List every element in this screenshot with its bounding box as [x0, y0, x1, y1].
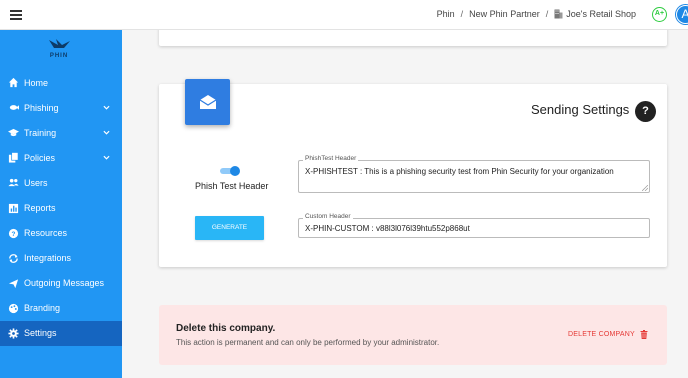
sidebar-item-label: Home — [24, 77, 49, 88]
breadcrumb-separator: / — [545, 9, 549, 19]
toggle-label: Phish Test Header — [195, 181, 269, 191]
sidebar-item-label: Training — [24, 127, 57, 138]
sidebar-item-label: Integrations — [24, 253, 72, 264]
breadcrumb-phin[interactable]: Phin — [437, 9, 455, 19]
help-button[interactable]: ? — [635, 101, 656, 122]
sidebar-item-training[interactable]: Training — [0, 120, 122, 145]
sidebar-nav: Home Phishing Training Policies Users Re… — [0, 70, 122, 347]
chevron-down-icon — [103, 105, 110, 110]
generate-button[interactable]: GENERATE — [195, 216, 264, 240]
sidebar-item-integrations[interactable]: Integrations — [0, 246, 122, 271]
hamburger-menu-icon[interactable] — [10, 10, 22, 20]
chevron-down-icon — [103, 130, 110, 135]
breadcrumb-company[interactable]: Joe's Retail Shop — [566, 9, 636, 19]
delete-title: Delete this company. — [176, 323, 276, 334]
paper-plane-icon — [8, 278, 19, 289]
field-label: PhishTest Header — [303, 155, 359, 162]
sidebar-item-settings[interactable]: Settings — [0, 320, 122, 347]
delete-company-panel: Delete this company. This action is perm… — [159, 305, 667, 365]
logo-text: PHIN — [49, 53, 69, 59]
sidebar-item-phishing[interactable]: Phishing — [0, 95, 122, 120]
svg-text:?: ? — [12, 230, 16, 237]
sidebar-item-reports[interactable]: Reports — [0, 195, 122, 220]
envelope-badge — [185, 79, 230, 125]
sidebar-item-label: Phishing — [24, 102, 59, 113]
delete-description: This action is permanent and can only be… — [176, 338, 440, 347]
users-icon — [8, 177, 19, 188]
sidebar-item-outgoing-messages[interactable]: Outgoing Messages — [0, 271, 122, 296]
sidebar-item-users[interactable]: Users — [0, 170, 122, 195]
phish-test-header-toggle[interactable] — [220, 166, 240, 176]
sidebar-item-label: Policies — [24, 152, 56, 163]
phishtest-header-field[interactable]: PhishTest Header X-PHISHTEST : This is a… — [298, 155, 650, 193]
sidebar-item-label: Resources — [24, 228, 68, 239]
fish-icon — [8, 102, 19, 113]
help-circle-icon: ? — [8, 228, 19, 239]
documents-icon — [8, 152, 19, 163]
delete-company-button[interactable]: DELETE COMPANY — [568, 330, 648, 339]
grade-badge[interactable]: A+ — [652, 7, 667, 22]
sidebar-item-label: Settings — [24, 328, 57, 339]
breadcrumb: Phin / New Phin Partner / Joe's Retail S… — [437, 9, 636, 19]
sidebar-item-branding[interactable]: Branding — [0, 296, 122, 321]
building-icon — [554, 9, 563, 19]
graduation-cap-icon — [8, 127, 19, 138]
sidebar-item-label: Users — [24, 177, 48, 188]
gear-icon — [8, 328, 19, 339]
top-bar: Phin / New Phin Partner / Joe's Retail S… — [0, 0, 688, 30]
avatar[interactable]: A — [676, 5, 688, 24]
phin-bird-icon — [49, 39, 70, 48]
breadcrumb-partner[interactable]: New Phin Partner — [469, 9, 540, 19]
sidebar-item-label: Outgoing Messages — [24, 278, 105, 289]
bar-chart-icon — [8, 203, 19, 214]
field-value: X-PHISHTEST : This is a phishing securit… — [305, 167, 614, 176]
field-value: X-PHIN-CUSTOM : v88l3l076l39htu552p868ut — [305, 224, 470, 233]
trash-icon — [640, 330, 648, 339]
toggle-knob — [230, 166, 240, 176]
sidebar-item-label: Reports — [24, 203, 56, 214]
delete-company-label: DELETE COMPANY — [568, 331, 635, 338]
sidebar-item-label: Branding — [24, 303, 61, 314]
custom-header-field[interactable]: Custom Header X-PHIN-CUSTOM : v88l3l076l… — [298, 213, 650, 238]
section-title: Sending Settings — [531, 102, 630, 117]
sidebar-item-policies[interactable]: Policies — [0, 145, 122, 170]
field-label: Custom Header — [303, 213, 353, 220]
phin-logo[interactable]: PHIN — [44, 36, 74, 60]
breadcrumb-separator: / — [460, 9, 464, 19]
sidebar: PHIN Home Phishing Training Policies Use… — [0, 30, 122, 378]
palette-icon — [8, 303, 19, 314]
open-envelope-icon — [199, 95, 216, 109]
resize-grip-icon[interactable] — [642, 185, 648, 191]
sidebar-item-home[interactable]: Home — [0, 70, 122, 95]
sync-icon — [8, 253, 19, 264]
chevron-down-icon — [103, 156, 110, 160]
home-icon — [8, 77, 19, 88]
sidebar-item-resources[interactable]: ? Resources — [0, 221, 122, 246]
